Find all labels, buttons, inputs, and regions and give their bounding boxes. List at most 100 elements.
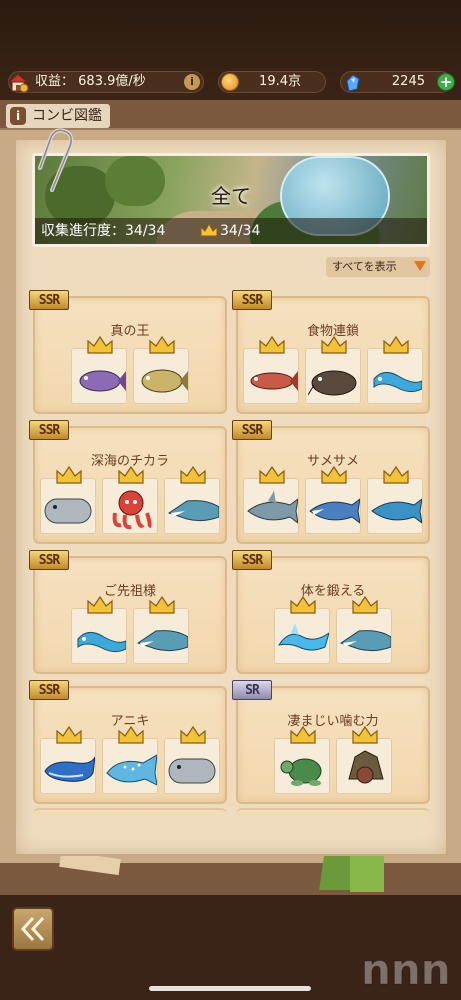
coin-icon [221, 73, 239, 91]
sea-turtle-icon [280, 758, 322, 786]
progress-label: 収集進行度： [41, 223, 125, 239]
rarity-badge: SSR [29, 290, 69, 310]
combo-card[interactable]: SR 凄まじい噛む力 [232, 680, 430, 804]
crown-icon [321, 335, 347, 354]
home-indicator[interactable] [149, 986, 311, 991]
mosasaur-icon [136, 630, 188, 652]
combo-card[interactable]: SSR 真の王 [29, 290, 227, 414]
back-button[interactable] [12, 907, 54, 951]
crown-icon [352, 725, 378, 744]
fish-slot[interactable] [305, 335, 361, 404]
crown-icon [118, 465, 144, 484]
fish-slot[interactable] [274, 725, 330, 794]
fish-slot[interactable] [336, 725, 392, 794]
fish-slot[interactable] [102, 465, 158, 534]
mako-shark-icon [309, 498, 360, 524]
watermark-logo: nnn [361, 945, 452, 995]
income-label: 収益： [35, 74, 75, 89]
rarity-badge: SSR [29, 420, 69, 440]
status-bar: 収益： 683.9億/秒 i 19.4京 2245 + [0, 0, 461, 100]
collection-progress: 収集進行度：34/34 34/34 [35, 218, 427, 244]
blue-eel-icon [373, 372, 422, 393]
book-title: コンビ図鑑 [32, 108, 102, 124]
gold-display[interactable]: 19.4京 [218, 71, 326, 93]
fish-slot[interactable] [40, 725, 96, 794]
banner-title: 全て [211, 184, 251, 208]
combo-card[interactable]: SSR アニキ [29, 680, 227, 804]
fish-slot[interactable] [274, 595, 330, 664]
filter-label: すべてを表示 [332, 260, 397, 273]
income-value: 683.9億/秒 [78, 74, 146, 89]
sperm-whale-icon [44, 498, 92, 524]
combo-title: 凄まじい噛む力 [287, 714, 379, 729]
combo-title: 真の王 [110, 324, 150, 339]
crown-icon [180, 725, 206, 744]
combo-card[interactable]: SSR 食物連鎖 [232, 290, 430, 414]
mosasaur-icon [339, 630, 391, 652]
purple-fish-icon [79, 370, 126, 392]
blue-eel-icon [77, 632, 126, 653]
fish-slot[interactable] [243, 465, 299, 534]
fish-slot[interactable] [133, 595, 189, 664]
fish-slot[interactable] [367, 465, 423, 534]
fish-slot[interactable] [305, 465, 361, 534]
house-icon [7, 73, 29, 93]
crown-progress-value: 34/34 [220, 223, 261, 239]
combo-card[interactable]: SSR 体を鍛える [232, 550, 430, 674]
combo-title: 体を鍛える [300, 584, 366, 599]
crown-icon [56, 465, 82, 484]
shark-icon [247, 491, 298, 524]
filter-dropdown[interactable]: すべてを表示 [326, 257, 430, 277]
svg-text:nnn: nnn [361, 945, 451, 994]
fish-slot[interactable] [336, 595, 392, 664]
combo-card[interactable]: SSR ご先祖様 [29, 550, 227, 674]
double-chevron-left-icon [20, 916, 45, 942]
fish-slot[interactable] [102, 725, 158, 794]
crown-icon [87, 595, 113, 614]
dropdown-arrow-icon [414, 261, 426, 271]
crown-icon [383, 335, 409, 354]
combo-card[interactable]: SSR サメサメ [232, 420, 430, 544]
info-icon[interactable]: i [184, 74, 200, 90]
add-gem-button[interactable]: + [437, 73, 455, 91]
crown-icon [200, 223, 218, 237]
bookmark-ribbon-2 [350, 856, 384, 892]
gold-value: 19.4京 [259, 74, 301, 89]
rarity-badge: SR [232, 680, 272, 700]
crown-icon [352, 595, 378, 614]
fish-slot[interactable] [133, 335, 189, 404]
income-display[interactable]: 収益： 683.9億/秒 i [7, 71, 204, 93]
crown-icon [290, 595, 316, 614]
crown-icon [118, 725, 144, 744]
snapping-turtle-icon [348, 750, 384, 784]
next-card-peek [33, 808, 227, 818]
fish-slot[interactable] [71, 335, 127, 404]
red-fish-icon [250, 371, 298, 391]
fish-slot[interactable] [164, 465, 220, 534]
info-icon[interactable]: i [10, 107, 26, 125]
paperclip-icon [38, 128, 74, 192]
crown-icon [321, 465, 347, 484]
crown-icon [259, 335, 285, 354]
red-octopus-icon [112, 490, 152, 529]
book-tab: i コンビ図鑑 [6, 104, 110, 128]
fish-slot[interactable] [71, 595, 127, 664]
water-dragon-icon [277, 623, 329, 651]
gem-value: 2245 [391, 74, 425, 89]
combo-title: ご先祖様 [103, 584, 156, 599]
crown-icon [149, 595, 175, 614]
combo-card[interactable]: SSR 深海のチカラ [29, 420, 227, 544]
crown-icon [56, 725, 82, 744]
gem-display[interactable]: 2245 + [340, 71, 455, 93]
rarity-badge: SSR [232, 550, 272, 570]
rarity-badge: SSR [232, 290, 272, 310]
catfish-icon [308, 370, 357, 396]
progress-value: 34/34 [125, 223, 166, 239]
collection-banner: 全て 収集進行度：34/34 34/34 [32, 153, 430, 247]
fish-slot[interactable] [243, 335, 299, 404]
whale-shark-icon [106, 754, 157, 786]
next-card-peek [236, 808, 430, 818]
fish-slot[interactable] [40, 465, 96, 534]
fish-slot[interactable] [164, 725, 220, 794]
fish-slot[interactable] [367, 335, 423, 404]
